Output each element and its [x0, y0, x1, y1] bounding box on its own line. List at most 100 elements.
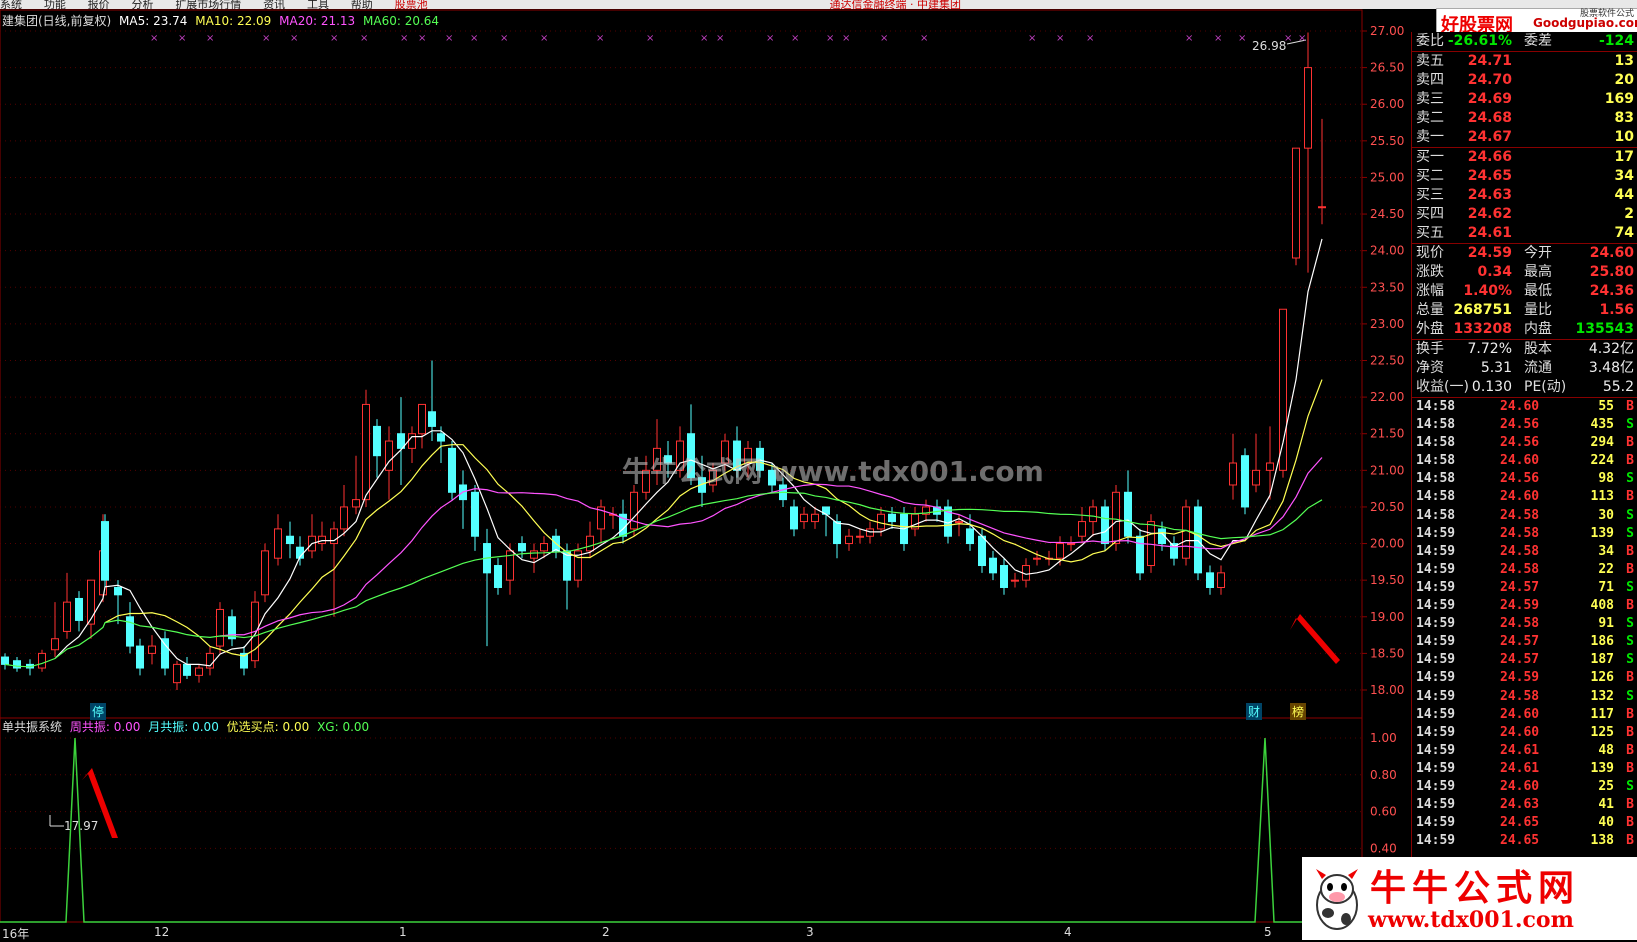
level-volume: 13 — [1614, 53, 1634, 69]
level-volume: 34 — [1614, 168, 1634, 184]
signal-marker: × — [418, 33, 426, 44]
candle-body — [418, 403, 426, 435]
tick-row: 14:59 24.60 125 B — [1412, 724, 1637, 742]
tick-time: 14:58 — [1416, 471, 1456, 487]
indicator-signal-line — [0, 737, 1362, 923]
signal-marker: × — [766, 33, 774, 44]
stat-row: 涨跌 0.34 最高 25.80 — [1412, 263, 1637, 282]
candle-body — [63, 601, 71, 632]
candle-body — [274, 528, 282, 559]
stat-value: 7.72% — [1467, 341, 1512, 357]
tick-volume: 139 — [1590, 525, 1614, 541]
tick-time: 14:59 — [1416, 543, 1456, 559]
indicator-tick-label: 1.00 — [1370, 731, 1397, 745]
tick-time: 14:59 — [1416, 724, 1456, 740]
tick-side: S — [1626, 525, 1634, 541]
weicha-label: 委差 — [1524, 33, 1552, 49]
tick-volume: 125 — [1590, 724, 1614, 740]
stat-value: 268751 — [1453, 302, 1512, 318]
tick-time: 14:59 — [1416, 688, 1456, 704]
stat-label: 换手 — [1416, 341, 1444, 357]
tick-volume: 224 — [1590, 453, 1614, 469]
signal-marker: × — [150, 33, 158, 44]
signal-marker: × — [842, 33, 850, 44]
stat-label: 流通 — [1524, 360, 1552, 376]
tick-row: 14:59 24.65 138 B — [1412, 832, 1637, 850]
level-label: 卖四 — [1416, 72, 1444, 88]
finance-badge[interactable]: 财 — [1246, 703, 1263, 720]
indicator-tick-label: 0.60 — [1370, 805, 1397, 819]
tick-price: 24.61 — [1500, 760, 1540, 776]
tick-row: 14:59 24.58 34 B — [1412, 543, 1637, 561]
level-label: 买四 — [1416, 206, 1444, 222]
tick-volume: 30 — [1598, 507, 1614, 523]
candle-body — [518, 543, 526, 552]
candle-body — [38, 652, 46, 669]
signal-marker: × — [826, 33, 834, 44]
tick-price: 24.58 — [1500, 525, 1540, 541]
level-volume: 83 — [1614, 110, 1634, 126]
tick-volume: 138 — [1590, 833, 1614, 849]
chart-title-line: 建集团(日线,前复权) MA5: 23.74 MA10: 22.09 MA20:… — [2, 12, 443, 29]
tick-price: 24.57 — [1500, 579, 1540, 595]
signal-marker: × — [400, 33, 408, 44]
stat-row: 收益(一) 0.130 PE(动) 55.2 — [1412, 378, 1637, 397]
tick-side: S — [1626, 507, 1634, 523]
stat-value: 133208 — [1453, 321, 1512, 337]
candle-body — [978, 535, 986, 567]
quote-panel: 委比 -26.61% 委差 -124 卖五 24.71 13 卖四 24.70 20 卖三 2… — [1411, 32, 1637, 940]
candle-body — [1252, 469, 1260, 486]
signal-marker: × — [1214, 33, 1222, 44]
sell-level-row: 卖一 24.67 10 — [1412, 128, 1637, 147]
indicator-month: 月共振: 0.00 — [148, 720, 219, 734]
tick-volume: 113 — [1590, 489, 1614, 505]
stat-value: 0.34 — [1477, 264, 1512, 280]
signal-marker: × — [646, 33, 654, 44]
candle-body — [1056, 543, 1064, 559]
candle-body — [1292, 147, 1300, 259]
x-axis-label: 5 — [1264, 925, 1272, 939]
tick-side: S — [1626, 471, 1634, 487]
tick-volume: 139 — [1590, 760, 1614, 776]
level-label: 买五 — [1416, 225, 1444, 241]
sell-level-row: 卖三 24.69 169 — [1412, 90, 1637, 109]
tick-price: 24.57 — [1500, 634, 1540, 650]
rank-badge[interactable]: 榜 — [1290, 703, 1307, 720]
red-arrow-right — [1290, 614, 1340, 664]
tick-side: B — [1626, 435, 1634, 451]
signal-marker: × — [716, 33, 724, 44]
tick-row: 14:59 24.57 186 S — [1412, 633, 1637, 651]
tick-side: S — [1626, 778, 1634, 794]
level-label: 买二 — [1416, 168, 1444, 184]
buy-level-row: 买一 24.66 17 — [1412, 148, 1637, 167]
level-label: 卖一 — [1416, 129, 1444, 145]
indicator-tick-label: 0.80 — [1370, 768, 1397, 782]
tick-price: 24.58 — [1500, 688, 1540, 704]
indicator-xg: XG: 0.00 — [317, 720, 370, 734]
price-tick-label: 23.00 — [1370, 317, 1404, 331]
tdx001-watermark: 牛牛公式网 www.tdx001.com — [1302, 857, 1637, 940]
stat-label: 股本 — [1524, 341, 1552, 357]
candle-body — [114, 586, 122, 596]
candle-body — [1241, 455, 1249, 508]
candle-body — [428, 411, 436, 427]
level-volume: 20 — [1614, 72, 1634, 88]
ma10-label: MA10: 22.09 — [195, 14, 272, 28]
candle-body — [630, 491, 638, 530]
tick-side: B — [1626, 453, 1634, 469]
candle-body — [183, 663, 191, 676]
tick-side: S — [1626, 688, 1634, 704]
candle-body — [448, 447, 456, 493]
level-volume: 2 — [1624, 206, 1634, 222]
price-tick-label: 22.00 — [1370, 390, 1404, 404]
signal-marker: × — [206, 33, 214, 44]
stat-label: 最高 — [1524, 264, 1552, 280]
level-price: 24.69 — [1467, 91, 1512, 107]
level-volume: 17 — [1614, 149, 1634, 165]
signal-marker: × — [1298, 33, 1306, 44]
candle-body — [1089, 506, 1097, 523]
indicator-name: 单共振系统 — [2, 720, 63, 734]
candle-body — [966, 528, 974, 545]
tick-time: 14:59 — [1416, 797, 1456, 813]
tick-time: 14:59 — [1416, 706, 1456, 722]
